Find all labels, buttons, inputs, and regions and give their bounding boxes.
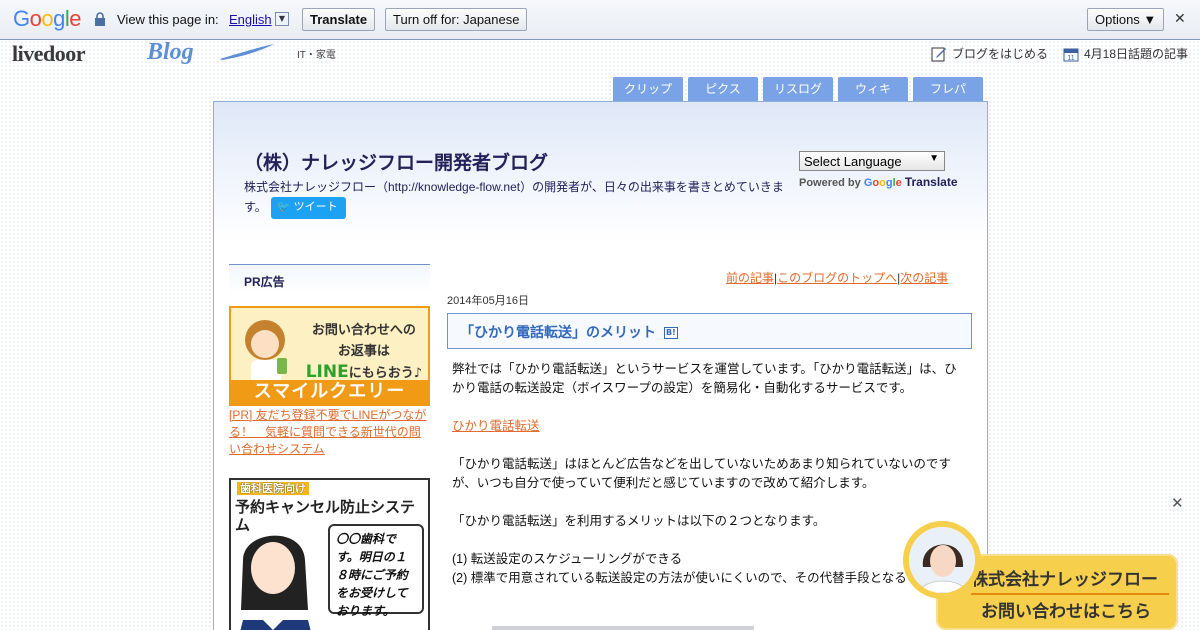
ad-banner-title: スマイルクエリー	[231, 380, 428, 404]
person-icon	[909, 527, 975, 593]
blog-title[interactable]: （株）ナレッジフロー開発者ブログ	[244, 148, 548, 175]
language-link[interactable]: English	[229, 12, 272, 27]
next-entry-link[interactable]: 次の記事	[900, 271, 948, 285]
student-illustration	[240, 535, 311, 630]
entry-title-text[interactable]: 「ひかり電話転送」のメリット	[460, 325, 656, 341]
language-dropdown-icon[interactable]: ▼	[275, 12, 289, 26]
entry-nav: 前の記事|このブログのトップへ|次の記事	[726, 269, 948, 286]
blog-description: 株式会社ナレッジフロー（http://knowledge-flow.net）の開…	[244, 178, 789, 219]
sidebar: PR広告 お問い合わせへの お返事は LINEにもらおう♪ スマイルクエリー […	[229, 264, 430, 630]
ad-line1: お問い合わせへの	[311, 323, 416, 338]
ad2-tag: 歯科医院向け	[231, 480, 428, 498]
contact-cta: お問い合わせはこちら	[981, 602, 1151, 622]
service-link[interactable]: ひかり電話転送	[452, 419, 540, 433]
ad-banner-dental[interactable]: 歯科医院向け 予約キャンセル防止システム 〇〇歯科です。明日の１８時にご予約をお…	[229, 478, 430, 630]
ad2-tag-text: 歯科医院向け	[237, 482, 309, 495]
paragraph: 「ひかり電話転送」はほとんど広告などを出していないためあまり知られていないのです…	[452, 457, 951, 490]
powered-by-label: Powered by	[799, 177, 861, 189]
girl-illustration	[245, 320, 287, 384]
close-icon[interactable]: ✕	[1174, 11, 1186, 27]
ad-line-word: LINE	[305, 362, 349, 382]
tab-frepa[interactable]: フレパ	[913, 77, 983, 101]
entry-date: 2014年05月16日	[447, 295, 529, 307]
view-page-label: View this page in:	[117, 12, 219, 27]
language-select-value: Select Language	[804, 154, 902, 169]
paragraph-link: ひかり電話転送	[452, 417, 967, 436]
ad-banner-line[interactable]: お問い合わせへの お返事は LINEにもらおう♪ スマイルクエリー	[229, 306, 430, 406]
ad-line3-rest: にもらおう♪	[348, 366, 422, 381]
tab-wiki[interactable]: ウィキ	[838, 77, 908, 101]
tab-pics[interactable]: ピクス	[688, 77, 758, 101]
speech-bubble: 〇〇歯科です。明日の１８時にご予約をお受けしております。	[328, 524, 424, 618]
language-select[interactable]: Select Language ▼	[799, 151, 945, 171]
entry-title: 「ひかり電話転送」のメリット B!	[447, 313, 972, 349]
entry-body: 弊社では「ひかり電話転送」というサービスを運営しています。「ひかり電話転送」は、…	[452, 360, 967, 588]
prev-entry-link[interactable]: 前の記事	[726, 271, 774, 285]
avatar-photo	[909, 527, 975, 593]
translate-button[interactable]: Translate	[302, 8, 376, 31]
twitter-icon: 🐦	[276, 201, 291, 213]
google-logo: Google	[13, 6, 82, 31]
ad-link[interactable]: [PR] 友だち登録不要でLINEがつながる！ 気軽に質問できる新世代の問い合わ…	[229, 407, 430, 458]
swoosh-icon	[220, 44, 274, 60]
tab-clip[interactable]: クリップ	[613, 77, 683, 101]
options-button[interactable]: Options ▼	[1087, 8, 1165, 31]
sidebar-heading: PR広告	[229, 264, 430, 294]
livedoor-logo[interactable]: livedoor	[12, 41, 86, 67]
entry-image	[492, 626, 754, 630]
lock-icon	[95, 12, 105, 26]
topics-link[interactable]: 11 4月18日話題の記事	[1063, 45, 1188, 62]
topics-label: 4月18日話題の記事	[1084, 47, 1189, 61]
powered-by: Powered by Google Translate	[799, 175, 958, 189]
translate-link[interactable]: Translate	[905, 175, 958, 189]
calendar-icon: 11	[1063, 48, 1079, 62]
blog-logo[interactable]: Blog	[147, 39, 194, 66]
list-item: (2) 標準で用意されている転送設定の方法が使いにくいので、その代替手段となる	[452, 571, 907, 585]
tab-rislog[interactable]: リスログ	[763, 77, 833, 101]
google-small-logo: Google	[863, 177, 902, 189]
svg-text:11: 11	[1067, 55, 1074, 62]
start-blog-link[interactable]: ブログをはじめる	[931, 45, 1048, 62]
blog-top-link[interactable]: このブログのトップへ	[777, 271, 897, 285]
ad-line2: お返事は	[337, 344, 390, 359]
close-widget-icon[interactable]: ✕	[1171, 494, 1184, 512]
divider	[971, 593, 1169, 595]
pencil-icon	[931, 47, 946, 61]
category-label[interactable]: IT・家電	[297, 46, 336, 61]
start-blog-label: ブログをはじめる	[952, 47, 1049, 61]
hatena-bookmark-icon[interactable]: B!	[664, 327, 678, 339]
contact-company: 株式会社ナレッジフロー	[971, 570, 1158, 590]
ad-text: お問い合わせへの お返事は LINEにもらおう♪	[306, 320, 422, 384]
tweet-label: ツイート	[293, 201, 338, 213]
avatar[interactable]	[903, 521, 981, 599]
paragraph: 「ひかり電話転送」を利用するメリットは以下の２つとなります。	[452, 514, 826, 528]
tweet-button[interactable]: 🐦 ツイート	[270, 197, 346, 219]
list-item: (1) 転送設定のスケジューリングができる	[452, 552, 683, 566]
chevron-down-icon: ▼	[929, 153, 939, 164]
turn-off-button[interactable]: Turn off for: Japanese	[385, 8, 528, 31]
translate-bar: Google View this page in: English ▼ Tran…	[0, 0, 1200, 40]
paragraph: 弊社では「ひかり電話転送」というサービスを運営しています。「ひかり電話転送」は、…	[452, 362, 957, 395]
